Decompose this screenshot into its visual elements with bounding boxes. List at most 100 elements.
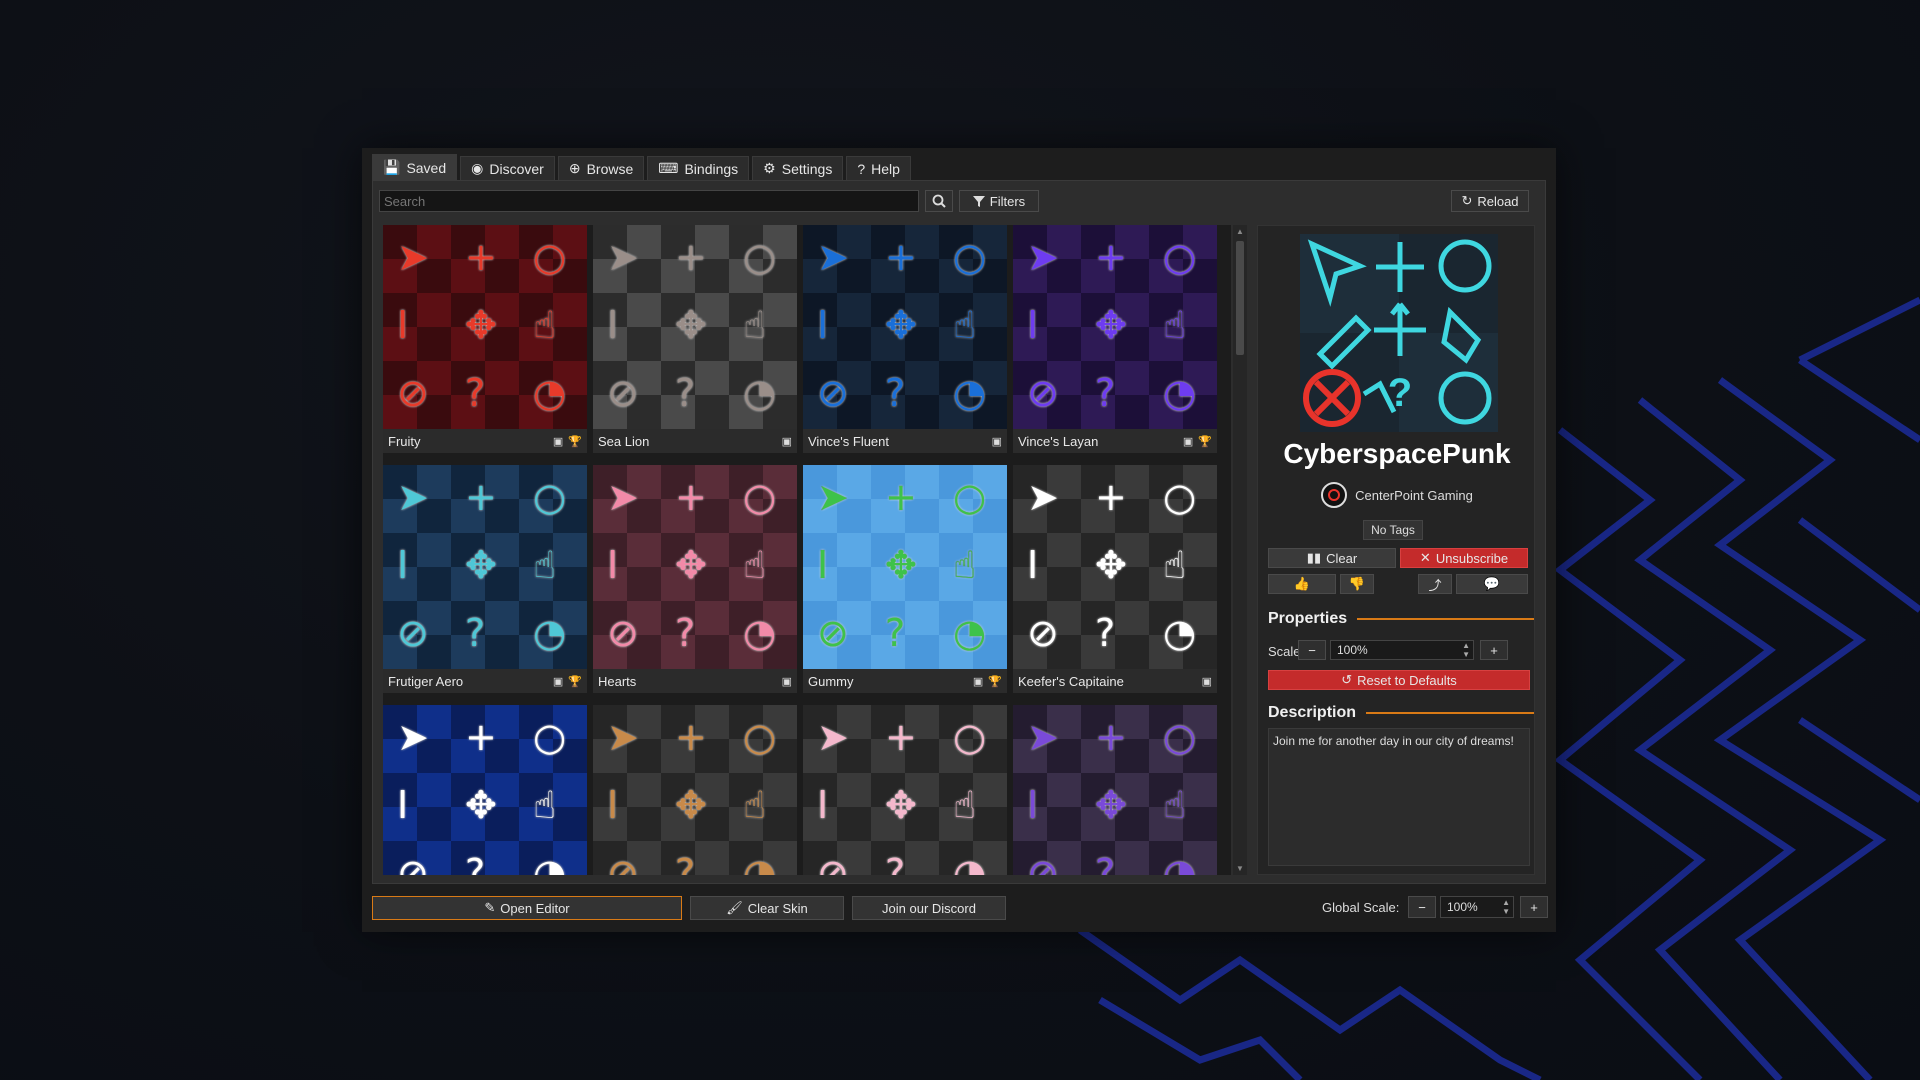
cursor-preview-icon: ➤ <box>1027 235 1059 279</box>
cursor-preview-icon: + <box>885 475 917 519</box>
cursor-preview-icon: + <box>675 475 707 519</box>
cursor-preview-icon: ✥ <box>675 543 707 587</box>
skin-title: CyberspacePunk <box>1283 438 1511 469</box>
search-button[interactable] <box>925 190 953 212</box>
filters-label: Filters <box>989 193 1026 209</box>
tab-bindings[interactable]: ⌨ Bindings <box>647 156 750 180</box>
tab-label: Bindings <box>684 160 739 177</box>
cursor-preview-icon: ✥ <box>885 543 917 587</box>
skin-caption: Sea Lion ▣ <box>593 429 797 453</box>
skin-thumbnail: ➤ + ○ I ✥ ☝ ⊘? ◔ <box>593 225 797 429</box>
author-avatar <box>1321 482 1348 508</box>
share-button[interactable]: ⤴ <box>1418 574 1452 594</box>
clear-skin-button[interactable]: 🖌 Clear Skin <box>690 896 844 920</box>
brush-icon: 🖌 <box>726 900 743 915</box>
reload-button[interactable]: ↻ Reload <box>1451 190 1529 212</box>
scrollbar-thumb[interactable] <box>1236 241 1244 355</box>
save-icon: ▣ <box>552 675 564 688</box>
cursor-preview-icon: ◔ <box>743 611 777 655</box>
unsubscribe-button[interactable]: ✕ Unsubscribe <box>1400 548 1528 568</box>
skin-card[interactable]: ➤ + ○ I ✥ ☝ ⊘? ◔ Hearts ▣ <box>593 465 797 693</box>
cursor-preview-icon: ⊘ <box>397 611 429 655</box>
scroll-up-icon[interactable]: ▲ <box>1236 227 1244 236</box>
pause-icon: ▮▮ <box>1306 550 1322 565</box>
global-scale-input[interactable]: 100% ▲ ▼ <box>1440 896 1514 918</box>
description-text: Join me for another day in our city of d… <box>1268 728 1530 866</box>
tab-discover[interactable]: ◉ Discover <box>460 156 555 180</box>
global-scale-decrease-button[interactable]: − <box>1408 896 1436 918</box>
cursor-preview-icon: ⊘ <box>1027 611 1059 655</box>
trophy-icon: 🏆 <box>988 675 1002 688</box>
skin-card[interactable]: ➤ + ○ I ✥ ☝ ⊘? ◔ Keefer's Capitaine ▣ <box>1013 465 1217 693</box>
cursor-preview-icon: ☝ <box>953 543 977 587</box>
scroll-down-icon[interactable]: ▼ <box>1236 864 1244 873</box>
skin-card[interactable]: ➤ + ○ I ✥ ☝ ⊘? ◔ Fruity ▣ 🏆 <box>383 225 587 453</box>
cursor-preview-icon: I <box>397 543 409 587</box>
cursor-preview-icon: ☝ <box>743 783 767 827</box>
global-scale-increase-button[interactable]: + <box>1520 896 1548 918</box>
cursor-preview-icon: ○ <box>533 715 567 759</box>
skin-card[interactable]: ➤ + ○ I ✥ ☝ ⊘? ◔ <box>803 705 1007 875</box>
spinner-icon[interactable]: ▲ ▼ <box>1462 641 1470 659</box>
cursor-preview-icon: I <box>817 783 829 827</box>
cursor-preview-icon: ➤ <box>607 475 639 519</box>
skin-card[interactable]: ➤ + ○ I ✥ ☝ ⊘? ◔ <box>383 705 587 875</box>
skin-manager-window: 💾 Saved ◉ Discover ⊕ Browse ⌨ Bindings ⚙ Sett… <box>362 148 1556 932</box>
thumbs-up-icon: 👍 <box>1293 576 1311 591</box>
cursor-preview-icon: ✥ <box>885 783 917 827</box>
clear-button[interactable]: ▮▮ Clear <box>1268 548 1396 568</box>
cursor-preview-icon: ✥ <box>465 783 497 827</box>
skin-card[interactable]: ➤ + ○ I ✥ ☝ ⊘? ◔ <box>593 705 797 875</box>
cursor-preview-icon: ➤ <box>817 715 849 759</box>
comments-button[interactable]: 💬 <box>1456 574 1528 594</box>
skin-card[interactable]: ➤ + ○ I ✥ ☝ ⊘? ◔ Frutiger Aero ▣ 🏆 <box>383 465 587 693</box>
scale-input[interactable]: 100% ▲ ▼ <box>1330 640 1474 660</box>
spinner-icon[interactable]: ▲ ▼ <box>1502 898 1510 916</box>
skin-name: Vince's Fluent <box>808 433 890 449</box>
skin-caption: Vince's Layan ▣ 🏆 <box>1013 429 1217 453</box>
dislike-button[interactable]: 👎 <box>1340 574 1374 594</box>
discord-button[interactable]: Join our Discord <box>852 896 1006 920</box>
like-button[interactable]: 👍 <box>1268 574 1336 594</box>
scrollbar[interactable]: ▲ ▼ <box>1233 225 1247 875</box>
tab-help[interactable]: ? Help <box>846 156 911 180</box>
tab-browse[interactable]: ⊕ Browse <box>557 156 645 180</box>
comments-icon: 💬 <box>1483 576 1501 591</box>
author-name[interactable]: CenterPoint Gaming <box>1355 488 1473 503</box>
tab-settings[interactable]: ⚙ Settings <box>752 156 844 180</box>
scale-decrease-button[interactable]: − <box>1298 640 1326 660</box>
skin-thumbnail: ➤ + ○ I ✥ ☝ ⊘? ◔ <box>593 465 797 669</box>
cursor-preview-icon: ○ <box>743 235 777 279</box>
skin-card[interactable]: ➤ + ○ I ✥ ☝ ⊘? ◔ Gummy ▣ 🏆 <box>803 465 1007 693</box>
saved-panel: Filters ↻ Reload ➤+○I✥☝⊘?◔Fruity▣🏆➤+○I✥☝… <box>372 180 1546 884</box>
trophy-icon: 🏆 <box>568 675 582 688</box>
open-editor-button[interactable]: ✎ Open Editor <box>372 896 682 920</box>
search-input[interactable] <box>379 190 919 212</box>
cursor-preview-icon: ⊘ <box>817 611 849 655</box>
scale-increase-button[interactable]: + <box>1480 640 1508 660</box>
cursor-preview-icon: I <box>1027 303 1039 347</box>
thumbs-down-icon: 👎 <box>1348 576 1366 591</box>
cursor-preview-icon: I <box>397 303 409 347</box>
cursor-preview-icon: ◔ <box>1163 371 1197 415</box>
skin-card[interactable]: ➤ + ○ I ✥ ☝ ⊘? ◔ Vince's Layan ▣ 🏆 <box>1013 225 1217 453</box>
cursor-preview-icon: ○ <box>953 715 987 759</box>
tab-saved[interactable]: 💾 Saved <box>372 154 458 180</box>
cursor-preview-icon: + <box>675 235 707 279</box>
skin-details-panel: ? CyberspacePunk CenterPoint Gaming No T… <box>1257 225 1535 875</box>
filters-button[interactable]: Filters <box>959 190 1039 212</box>
skin-name: Sea Lion <box>598 433 650 449</box>
skin-thumbnail: ➤ + ○ I ✥ ☝ ⊘? ◔ <box>803 465 1007 669</box>
skin-name: Fruity <box>388 433 421 449</box>
reset-defaults-button[interactable]: ↺ Reset to Defaults <box>1268 670 1530 690</box>
cursor-preview-icon: + <box>465 235 497 279</box>
cursor-preview-icon: ◔ <box>533 371 567 415</box>
open-editor-label: Open Editor <box>500 900 570 916</box>
skin-thumbnail: ➤ + ○ I ✥ ☝ ⊘? ◔ <box>803 225 1007 429</box>
skin-card[interactable]: ➤ + ○ I ✥ ☝ ⊘? ◔ Vince's Fluent ▣ <box>803 225 1007 453</box>
cursor-preview-icon: I <box>607 783 619 827</box>
cursor-preview-icon: + <box>1095 475 1127 519</box>
skin-card[interactable]: ➤ + ○ I ✥ ☝ ⊘? ◔ Sea Lion ▣ <box>593 225 797 453</box>
cursor-preview-icon: ? <box>465 611 486 655</box>
skin-card[interactable]: ➤ + ○ I ✥ ☝ ⊘? ◔ <box>1013 705 1217 875</box>
